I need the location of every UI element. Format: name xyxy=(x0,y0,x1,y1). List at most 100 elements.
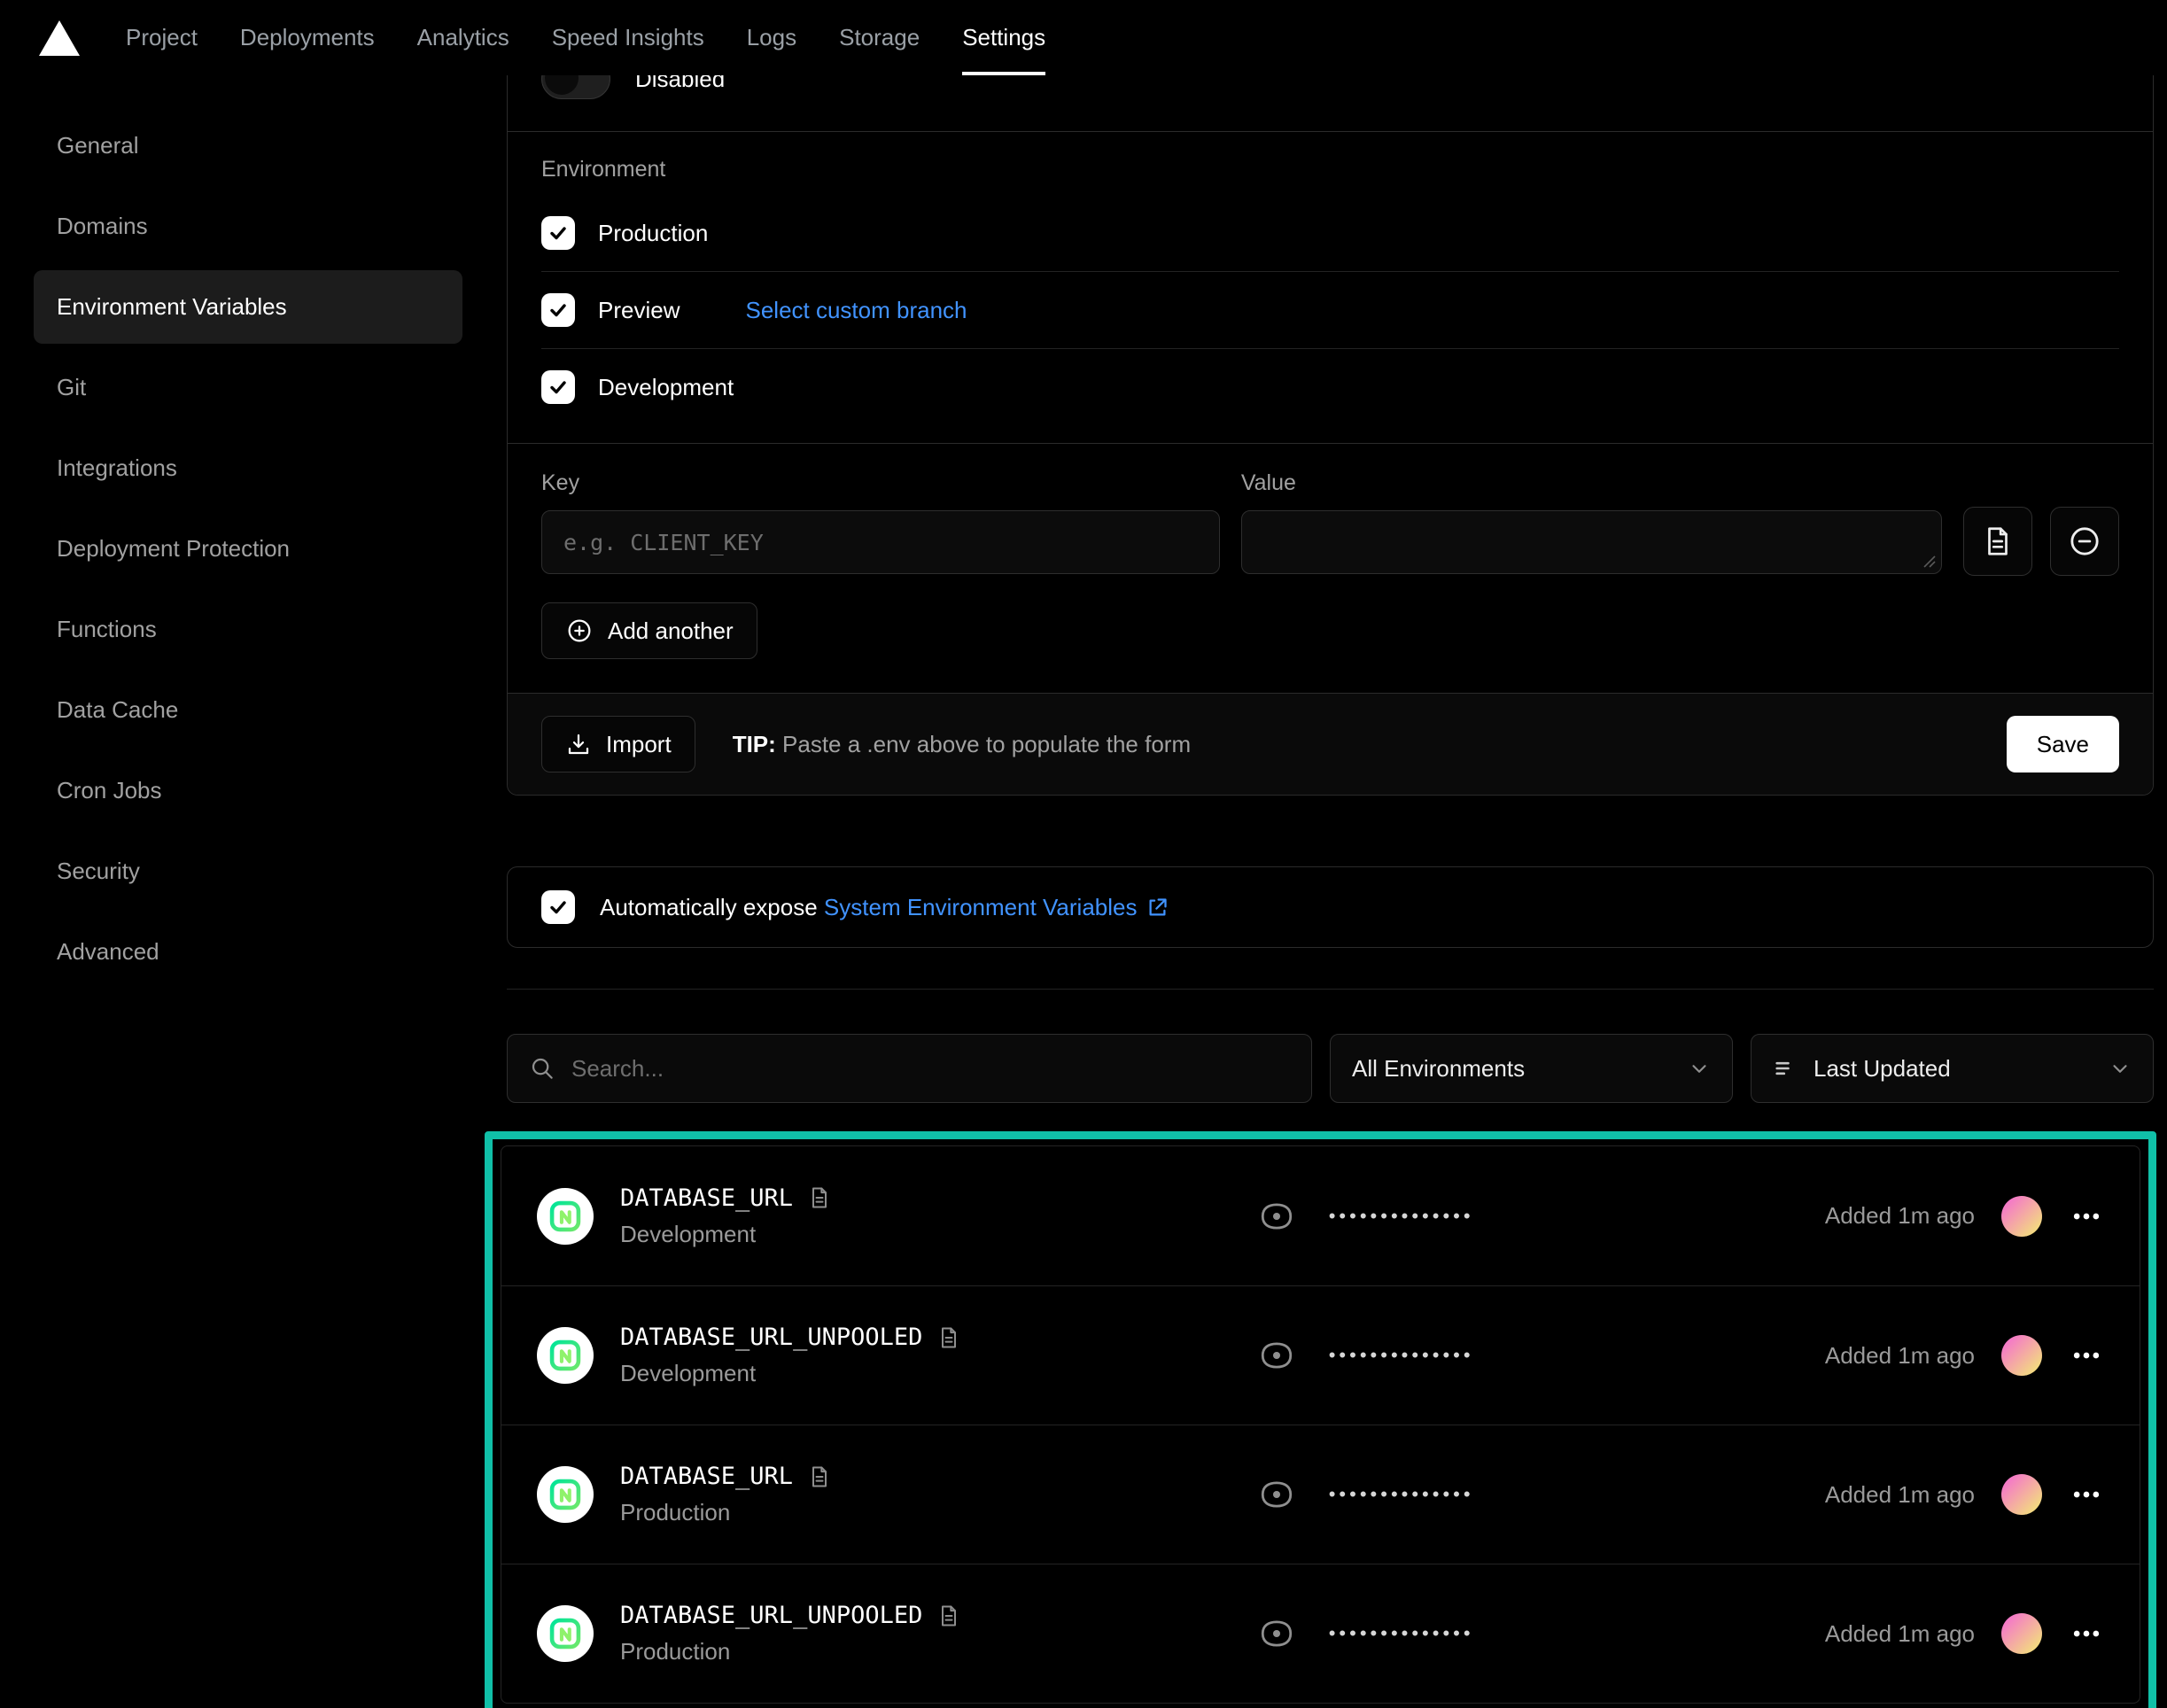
row-menu-button[interactable] xyxy=(2069,1199,2104,1234)
system-env-vars-link[interactable]: System Environment Variables xyxy=(824,894,1170,921)
row-menu-button[interactable] xyxy=(2069,1338,2104,1373)
ellipsis-icon xyxy=(2069,1199,2104,1234)
row-menu-button[interactable] xyxy=(2069,1616,2104,1651)
environment-variables-panel: Disabled Environment Production Preview xyxy=(507,75,2154,1708)
env-var-row[interactable]: DATABASE_URL_UNPOOLED Development xyxy=(501,1285,2140,1425)
tip-text: TIP: Paste a .env above to populate the … xyxy=(733,731,1191,758)
production-checkbox[interactable] xyxy=(541,216,575,250)
environment-filter-select[interactable]: All Environments xyxy=(1330,1034,1733,1103)
environment-option-production: Production xyxy=(541,195,2119,271)
tab-speed-insights[interactable]: Speed Insights xyxy=(552,0,704,75)
auto-expose-checkbox[interactable] xyxy=(541,890,575,924)
add-another-button[interactable]: Add another xyxy=(541,602,757,659)
tab-logs[interactable]: Logs xyxy=(747,0,796,75)
sidebar-item-advanced[interactable]: Advanced xyxy=(34,915,462,989)
note-icon[interactable] xyxy=(807,1464,832,1489)
add-another-label: Add another xyxy=(608,617,734,645)
ellipsis-icon xyxy=(2069,1338,2104,1373)
tab-deployments[interactable]: Deployments xyxy=(240,0,375,75)
top-navigation: Project Deployments Analytics Speed Insi… xyxy=(0,0,2167,75)
tip-bold: TIP: xyxy=(733,731,776,757)
env-var-row[interactable]: DATABASE_URL Production xyxy=(501,1425,2140,1564)
value-input[interactable] xyxy=(1241,510,1942,574)
key-value-section: Key Value xyxy=(508,444,2153,693)
masked-value: •••••••••••••• xyxy=(1329,1205,1474,1228)
tab-analytics[interactable]: Analytics xyxy=(417,0,509,75)
sidebar-item-environment-variables[interactable]: Environment Variables xyxy=(34,270,462,344)
row-menu-button[interactable] xyxy=(2069,1477,2104,1512)
check-icon xyxy=(548,222,569,244)
sidebar-item-deployment-protection[interactable]: Deployment Protection xyxy=(34,512,462,586)
note-icon[interactable] xyxy=(936,1603,961,1628)
key-label: Key xyxy=(541,470,1220,496)
env-var-name: DATABASE_URL xyxy=(620,1184,793,1212)
resize-handle-icon[interactable] xyxy=(1921,553,1937,569)
value-label: Value xyxy=(1241,470,1942,496)
environment-option-development: Development xyxy=(541,349,2119,425)
import-button[interactable]: Import xyxy=(541,716,695,772)
env-var-row[interactable]: DATABASE_URL Development xyxy=(501,1146,2140,1285)
vercel-logo-icon[interactable] xyxy=(39,20,80,56)
highlight-annotation: DATABASE_URL Development xyxy=(485,1131,2156,1708)
chevron-down-icon xyxy=(1688,1057,1711,1080)
preview-label: Preview xyxy=(598,297,680,324)
sidebar-item-security[interactable]: Security xyxy=(34,835,462,908)
save-button[interactable]: Save xyxy=(2007,716,2119,772)
tab-storage[interactable]: Storage xyxy=(839,0,920,75)
minus-circle-icon xyxy=(2067,524,2102,559)
reveal-eye-icon[interactable] xyxy=(1258,1337,1295,1374)
reveal-eye-icon[interactable] xyxy=(1258,1198,1295,1235)
added-timestamp: Added 1m ago xyxy=(1825,1342,1975,1370)
download-icon xyxy=(565,731,592,757)
key-input[interactable] xyxy=(541,510,1220,574)
note-icon[interactable] xyxy=(936,1325,961,1350)
auto-expose-label: Automatically expose System Environment … xyxy=(600,894,1169,921)
plus-circle-icon xyxy=(565,617,594,645)
sidebar-item-functions[interactable]: Functions xyxy=(34,593,462,666)
sort-select[interactable]: Last Updated xyxy=(1751,1034,2154,1103)
auto-expose-card: Automatically expose System Environment … xyxy=(507,866,2154,948)
neon-integration-icon xyxy=(537,1605,594,1662)
system-env-vars-link-label: System Environment Variables xyxy=(824,894,1138,921)
note-icon[interactable] xyxy=(807,1185,832,1210)
sort-lines-icon xyxy=(1773,1056,1798,1081)
divider xyxy=(507,989,2154,990)
sidebar-item-general[interactable]: General xyxy=(34,109,462,182)
neon-integration-icon xyxy=(537,1466,594,1523)
auto-expose-text: Automatically expose xyxy=(600,894,818,920)
tab-settings[interactable]: Settings xyxy=(962,0,1045,75)
reveal-eye-icon[interactable] xyxy=(1258,1615,1295,1652)
development-checkbox[interactable] xyxy=(541,370,575,404)
env-var-environment: Development xyxy=(620,1360,961,1387)
sidebar-item-git[interactable]: Git xyxy=(34,351,462,424)
env-var-list: DATABASE_URL Development xyxy=(501,1145,2140,1704)
paste-env-file-button[interactable] xyxy=(1963,507,2032,576)
env-var-name: DATABASE_URL_UNPOOLED xyxy=(620,1602,922,1629)
env-var-environment: Development xyxy=(620,1221,832,1248)
sidebar-item-domains[interactable]: Domains xyxy=(34,190,462,263)
development-label: Development xyxy=(598,374,734,401)
remove-row-button[interactable] xyxy=(2050,507,2119,576)
neon-integration-icon xyxy=(537,1188,594,1245)
select-custom-branch-link[interactable]: Select custom branch xyxy=(745,297,967,324)
masked-value: •••••••••••••• xyxy=(1329,1483,1474,1506)
check-icon xyxy=(548,299,569,321)
tab-project[interactable]: Project xyxy=(126,0,198,75)
search-input[interactable] xyxy=(571,1055,1290,1083)
sidebar-item-cron-jobs[interactable]: Cron Jobs xyxy=(34,754,462,827)
check-icon xyxy=(548,377,569,398)
production-label: Production xyxy=(598,220,708,247)
import-label: Import xyxy=(606,731,672,758)
added-timestamp: Added 1m ago xyxy=(1825,1202,1975,1230)
reveal-eye-icon[interactable] xyxy=(1258,1476,1295,1513)
sidebar-item-integrations[interactable]: Integrations xyxy=(34,431,462,505)
user-avatar xyxy=(2001,1335,2042,1376)
env-var-environment: Production xyxy=(620,1638,961,1665)
sort-value: Last Updated xyxy=(1814,1055,1951,1083)
user-avatar xyxy=(2001,1196,2042,1237)
preview-checkbox[interactable] xyxy=(541,293,575,327)
sidebar-item-data-cache[interactable]: Data Cache xyxy=(34,673,462,747)
search-icon xyxy=(529,1055,555,1082)
document-icon xyxy=(1981,524,2015,558)
env-var-row[interactable]: DATABASE_URL_UNPOOLED Production xyxy=(501,1564,2140,1703)
